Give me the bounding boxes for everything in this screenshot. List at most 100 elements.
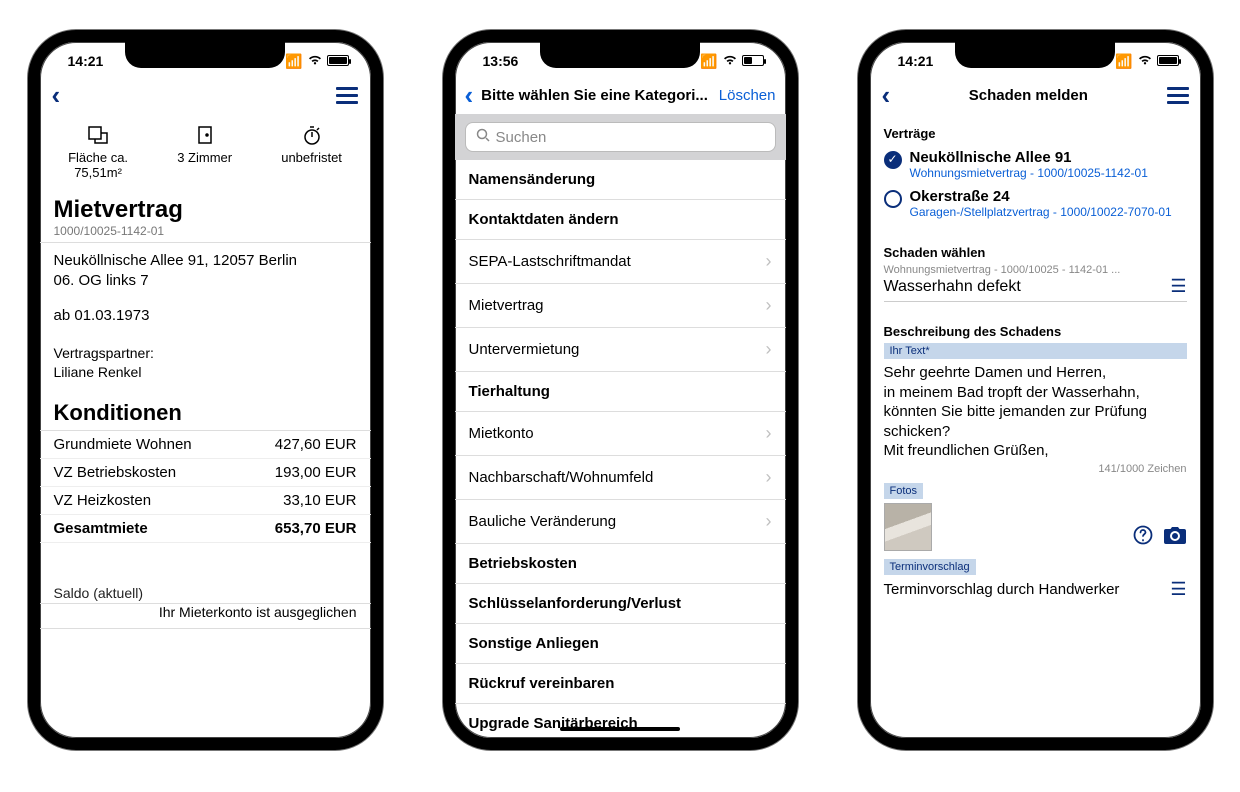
- search-wrap: Suchen: [455, 114, 786, 160]
- photos-label: Fotos: [884, 483, 924, 499]
- category-label: Schlüsselanforderung/Verlust: [469, 595, 682, 612]
- metric-term: unbefristet: [281, 124, 342, 180]
- phone-schaden-melden: 14:21 📶 ‹ Schaden melden Verträge Neuköl…: [858, 30, 1213, 750]
- metric-rooms-label: 3 Zimmer: [177, 150, 232, 165]
- appointment-value: Terminvorschlag durch Handwerker: [884, 581, 1120, 598]
- search-input[interactable]: Suchen: [465, 122, 776, 152]
- message-textarea[interactable]: Sehr geehrte Damen und Herren, in meinem…: [870, 359, 1201, 463]
- category-row[interactable]: SEPA-Lastschriftmandat›: [455, 240, 786, 284]
- wifi-icon: [722, 53, 738, 69]
- chevron-right-icon: ›: [766, 423, 772, 444]
- chevron-right-icon: ›: [766, 467, 772, 488]
- metric-rooms: 3 Zimmer: [177, 124, 232, 180]
- category-row[interactable]: Kontaktdaten ändern: [455, 200, 786, 240]
- category-row[interactable]: Bauliche Veränderung›: [455, 500, 786, 544]
- category-label: Mietvertrag: [469, 297, 544, 314]
- floorplan-icon: [68, 124, 128, 146]
- photo-thumbnail[interactable]: [884, 503, 932, 551]
- wifi-icon: [307, 53, 323, 69]
- category-label: Untervermietung: [469, 341, 580, 358]
- saldo-message: Ihr Mieterkonto ist ausgeglichen: [40, 603, 371, 629]
- menu-button[interactable]: [1167, 87, 1189, 104]
- contract-title: Neuköllnische Allee 91: [910, 149, 1148, 166]
- category-row[interactable]: Sonstige Anliegen: [455, 624, 786, 664]
- contract-id: 1000/10025-1142-01: [40, 224, 371, 243]
- delete-button[interactable]: Löschen: [719, 87, 776, 104]
- condition-value: 33,10 EUR: [283, 492, 356, 509]
- signal-icon: 📶: [700, 53, 717, 70]
- signal-icon: 📶: [285, 53, 302, 70]
- back-button[interactable]: ‹: [465, 82, 474, 108]
- damage-picker[interactable]: Wasserhahn defekt ☰: [884, 276, 1187, 302]
- condition-value: 427,60 EUR: [275, 436, 357, 453]
- list-icon: ☰: [1170, 276, 1186, 297]
- category-row[interactable]: Schlüsselanforderung/Verlust: [455, 584, 786, 624]
- home-indicator[interactable]: [560, 727, 680, 731]
- status-time: 13:56: [483, 53, 519, 69]
- category-row[interactable]: Rückruf vereinbaren: [455, 664, 786, 704]
- address-line-1: Neuköllnische Allee 91, 12057 Berlin: [40, 243, 371, 271]
- contract-row[interactable]: Okerstraße 24Garagen-/Stellplatzvertrag …: [870, 184, 1201, 223]
- condition-row: Grundmiete Wohnen427,60 EUR: [40, 431, 371, 459]
- condition-value: 193,00 EUR: [275, 464, 357, 481]
- char-counter: 141/1000 Zeichen: [870, 463, 1201, 481]
- category-row[interactable]: Tierhaltung: [455, 372, 786, 412]
- text-field-label: Ihr Text*: [884, 343, 1187, 359]
- damage-name: Wasserhahn defekt: [884, 278, 1021, 296]
- chevron-right-icon: ›: [766, 295, 772, 316]
- category-row[interactable]: Upgrade Sanitärbereich: [455, 704, 786, 740]
- notch: [955, 42, 1115, 68]
- category-label: Nachbarschaft/Wohnumfeld: [469, 469, 654, 486]
- category-label: Tierhaltung: [469, 383, 550, 400]
- category-row[interactable]: Mietvertrag ›: [455, 284, 786, 328]
- appointment-picker[interactable]: Terminvorschlag durch Handwerker ☰: [870, 575, 1201, 608]
- status-time: 14:21: [898, 53, 934, 69]
- category-row[interactable]: Namensänderung: [455, 160, 786, 200]
- appointment-label: Terminvorschlag: [884, 559, 976, 575]
- start-date: ab 01.03.1973: [40, 292, 371, 326]
- contract-row[interactable]: Neuköllnische Allee 91Wohnungsmietvertra…: [870, 145, 1201, 184]
- condition-label: Gesamtmiete: [54, 520, 148, 537]
- category-row[interactable]: Betriebskosten: [455, 544, 786, 584]
- saldo-label: Saldo (aktuell): [40, 577, 371, 603]
- category-label: Rückruf vereinbaren: [469, 675, 615, 692]
- contracts-label: Verträge: [870, 114, 1201, 145]
- list-icon: ☰: [1170, 579, 1186, 600]
- search-icon: [476, 128, 490, 146]
- door-icon: [177, 124, 232, 146]
- category-label: Mietkonto: [469, 425, 534, 442]
- phone-mietvertrag: 14:21 📶 ‹ Fläche ca. 75,51m²: [28, 30, 383, 750]
- chevron-right-icon: ›: [766, 251, 772, 272]
- nav-bar: ‹ Schaden melden: [870, 80, 1201, 114]
- back-button[interactable]: ‹: [882, 82, 891, 108]
- chevron-right-icon: ›: [766, 339, 772, 360]
- conditions-title: Konditionen: [40, 382, 371, 431]
- metric-area-value: 75,51m²: [68, 165, 128, 180]
- contract-subtitle: Wohnungsmietvertrag - 1000/10025-1142-01: [910, 166, 1148, 180]
- page-title: Mietvertrag: [40, 192, 371, 224]
- condition-label: VZ Betriebskosten: [54, 464, 177, 481]
- category-row[interactable]: Mietkonto ›: [455, 412, 786, 456]
- nav-bar: ‹: [40, 80, 371, 114]
- chevron-right-icon: ›: [766, 511, 772, 532]
- address-line-2: 06. OG links 7: [40, 271, 371, 291]
- battery-icon: [1157, 53, 1179, 69]
- menu-button[interactable]: [336, 87, 358, 104]
- camera-icon[interactable]: [1163, 525, 1187, 551]
- help-icon[interactable]: [1133, 525, 1153, 551]
- back-button[interactable]: ‹: [52, 82, 61, 108]
- radio-checked-icon: [884, 151, 902, 169]
- status-time: 14:21: [68, 53, 104, 69]
- battery-icon: [742, 53, 764, 69]
- condition-row: VZ Heizkosten 33,10 EUR: [40, 487, 371, 515]
- category-row[interactable]: Untervermietung ›: [455, 328, 786, 372]
- partner-label: Vertragspartner:: [40, 326, 371, 363]
- search-placeholder: Suchen: [496, 129, 547, 146]
- phone-kategorien: 13:56 📶 ‹ Bitte wählen Sie eine Kategori…: [443, 30, 798, 750]
- description-label: Beschreibung des Schadens: [870, 302, 1201, 343]
- metrics-row: Fläche ca. 75,51m² 3 Zimmer unbefristet: [40, 114, 371, 192]
- category-label: Namensänderung: [469, 171, 596, 188]
- condition-label: VZ Heizkosten: [54, 492, 152, 509]
- contract-title: Okerstraße 24: [910, 188, 1172, 205]
- category-row[interactable]: Nachbarschaft/Wohnumfeld ›: [455, 456, 786, 500]
